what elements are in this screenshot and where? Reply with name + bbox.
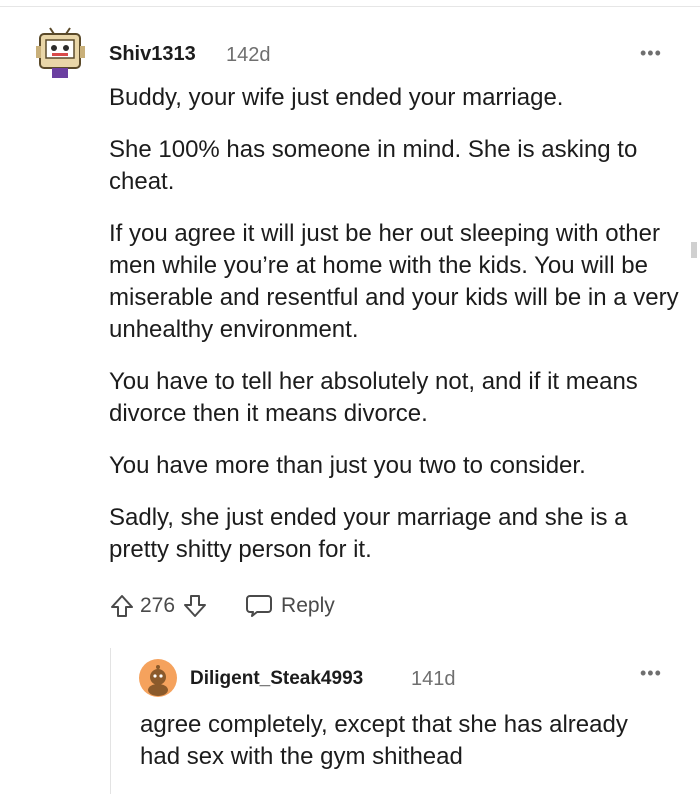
comment-paragraph: If you agree it will just be her out sle… (109, 220, 679, 343)
ellipsis-icon[interactable]: ••• (640, 44, 662, 62)
comment-timestamp: 142d (226, 44, 271, 66)
top-divider (0, 6, 700, 7)
comment-username[interactable]: Shiv1313 (109, 43, 196, 66)
vote-score: 276 (140, 594, 176, 617)
comment-paragraph: Sadly, she just ended your marriage and … (109, 504, 628, 563)
reply-avatar[interactable] (139, 659, 177, 697)
comment-paragraph: You have more than just you two to consi… (109, 452, 586, 479)
ellipsis-icon[interactable]: ••• (640, 664, 662, 682)
thread-line[interactable] (110, 648, 111, 794)
speech-bubble-icon (243, 590, 275, 622)
reply-label: Reply (281, 594, 335, 617)
comment-paragraph: Buddy, your wife just ended your marriag… (109, 84, 564, 111)
user-avatar[interactable] (36, 26, 86, 82)
comment-paragraph: She 100% has someone in mind. She is ask… (109, 136, 638, 195)
reply-username[interactable]: Diligent_Steak4993 (190, 668, 363, 690)
upvote-icon[interactable] (106, 590, 138, 622)
downvote-icon[interactable] (179, 590, 211, 622)
scrollbar-thumb[interactable] (691, 242, 697, 258)
reply-text: agree completely, except that she has al… (140, 711, 628, 770)
reply-timestamp: 141d (411, 668, 456, 690)
reply-button[interactable]: Reply (243, 590, 335, 622)
comment-actions: 276 Reply (106, 590, 335, 622)
reply-body: agree completely, except that she has al… (140, 709, 660, 773)
comment-body: Buddy, your wife just ended your marriag… (109, 82, 679, 586)
comment-paragraph: You have to tell her absolutely not, and… (109, 368, 638, 427)
